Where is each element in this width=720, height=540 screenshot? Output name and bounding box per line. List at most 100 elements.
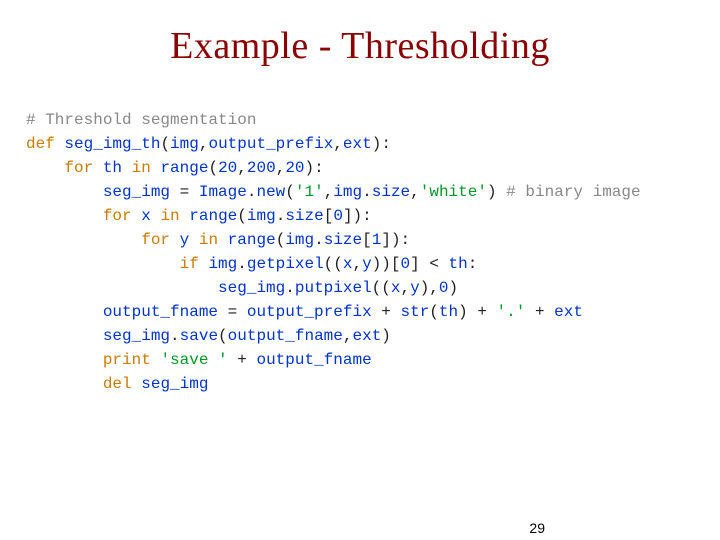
- slide: Example - Thresholding # Threshold segme…: [0, 24, 720, 540]
- code-punct: =: [218, 303, 247, 321]
- code-var: img: [285, 231, 314, 249]
- code-punct: ]):: [381, 231, 410, 249]
- code-punct: (: [429, 303, 439, 321]
- slide-title: Example - Thresholding: [0, 24, 720, 68]
- code-number: 20: [285, 159, 304, 177]
- page-number: 29: [529, 520, 545, 536]
- code-attr: size: [285, 207, 323, 225]
- code-punct: ,: [237, 159, 247, 177]
- code-keyword-def: def: [26, 135, 55, 153]
- code-range: range: [228, 231, 276, 249]
- code-var: img: [247, 207, 276, 225]
- code-var: output_prefix: [247, 303, 372, 321]
- code-punct: ):: [372, 135, 391, 153]
- code-punct: +: [228, 351, 257, 369]
- code-number: 0: [401, 255, 411, 273]
- code-method: save: [180, 327, 218, 345]
- code-space: [151, 351, 161, 369]
- code-var: ext: [352, 327, 381, 345]
- code-punct: ,: [333, 135, 343, 153]
- code-arg: img: [170, 135, 199, 153]
- code-punct: .: [285, 279, 295, 297]
- code-punct: .: [314, 231, 324, 249]
- code-punct: +: [525, 303, 554, 321]
- code-keyword-for: for: [141, 231, 170, 249]
- code-block: # Threshold segmentation def seg_img_th(…: [26, 108, 720, 396]
- code-range: range: [160, 159, 208, 177]
- code-punct: ,: [276, 159, 286, 177]
- code-var: seg_img: [218, 279, 285, 297]
- code-comment: # binary image: [497, 183, 641, 201]
- code-punct: (: [208, 159, 218, 177]
- code-var: output_fname: [228, 327, 343, 345]
- code-punct: (: [285, 183, 295, 201]
- code-punct: ] <: [410, 255, 448, 273]
- code-var: y: [180, 231, 190, 249]
- code-var: th: [439, 303, 458, 321]
- code-punct: ):: [305, 159, 324, 177]
- code-space: [132, 375, 142, 393]
- code-method: putpixel: [295, 279, 372, 297]
- code-string: 'save ': [160, 351, 227, 369]
- code-punct: ))[: [372, 255, 401, 273]
- code-punct: [: [324, 207, 334, 225]
- code-keyword-if: if: [180, 255, 199, 273]
- code-punct: ,: [352, 255, 362, 273]
- code-var: x: [141, 207, 151, 225]
- code-number: 20: [218, 159, 237, 177]
- code-var: img: [208, 255, 237, 273]
- code-punct: ,: [410, 183, 420, 201]
- code-method: new: [256, 183, 285, 201]
- code-keyword-in: in: [160, 207, 179, 225]
- code-var: seg_img: [103, 327, 170, 345]
- code-var: th: [103, 159, 122, 177]
- code-var: seg_img: [103, 183, 170, 201]
- code-punct: (: [276, 231, 286, 249]
- code-number: 0: [333, 207, 343, 225]
- code-punct: [: [362, 231, 372, 249]
- code-var: seg_img: [141, 375, 208, 393]
- code-punct: .: [237, 255, 247, 273]
- code-punct: ,: [400, 279, 410, 297]
- code-number: 200: [247, 159, 276, 177]
- code-string: 'white': [420, 183, 487, 201]
- code-punct: .: [170, 327, 180, 345]
- code-punct: +: [468, 303, 497, 321]
- code-keyword-del: del: [103, 375, 132, 393]
- code-obj: Image: [199, 183, 247, 201]
- code-keyword-for: for: [64, 159, 93, 177]
- code-punct: (: [237, 207, 247, 225]
- code-var: ext: [554, 303, 583, 321]
- code-keyword-in: in: [199, 231, 218, 249]
- code-punct: ((: [324, 255, 343, 273]
- code-attr: size: [372, 183, 410, 201]
- code-var: th: [449, 255, 468, 273]
- code-punct: (: [160, 135, 170, 153]
- code-arg: output_prefix: [208, 135, 333, 153]
- code-range: range: [189, 207, 237, 225]
- code-var: y: [410, 279, 420, 297]
- code-keyword-for: for: [103, 207, 132, 225]
- code-var: output_fname: [103, 303, 218, 321]
- code-punct: ): [487, 183, 497, 201]
- code-punct: +: [372, 303, 401, 321]
- code-punct: =: [170, 183, 199, 201]
- code-punct: .: [276, 207, 286, 225]
- code-func-name: seg_img_th: [64, 135, 160, 153]
- code-punct: ): [381, 327, 391, 345]
- code-punct: ): [458, 303, 468, 321]
- code-number: 0: [439, 279, 449, 297]
- code-var: output_fname: [256, 351, 371, 369]
- code-keyword-in: in: [132, 159, 151, 177]
- code-var: y: [362, 255, 372, 273]
- code-string: '.': [497, 303, 526, 321]
- code-number: 1: [372, 231, 382, 249]
- code-attr: size: [324, 231, 362, 249]
- code-punct: ,: [324, 183, 334, 201]
- code-punct: ),: [420, 279, 439, 297]
- code-var: img: [333, 183, 362, 201]
- code-comment: # Threshold segmentation: [26, 111, 256, 129]
- code-punct: :: [468, 255, 478, 273]
- code-punct: ((: [372, 279, 391, 297]
- code-keyword-print: print: [103, 351, 151, 369]
